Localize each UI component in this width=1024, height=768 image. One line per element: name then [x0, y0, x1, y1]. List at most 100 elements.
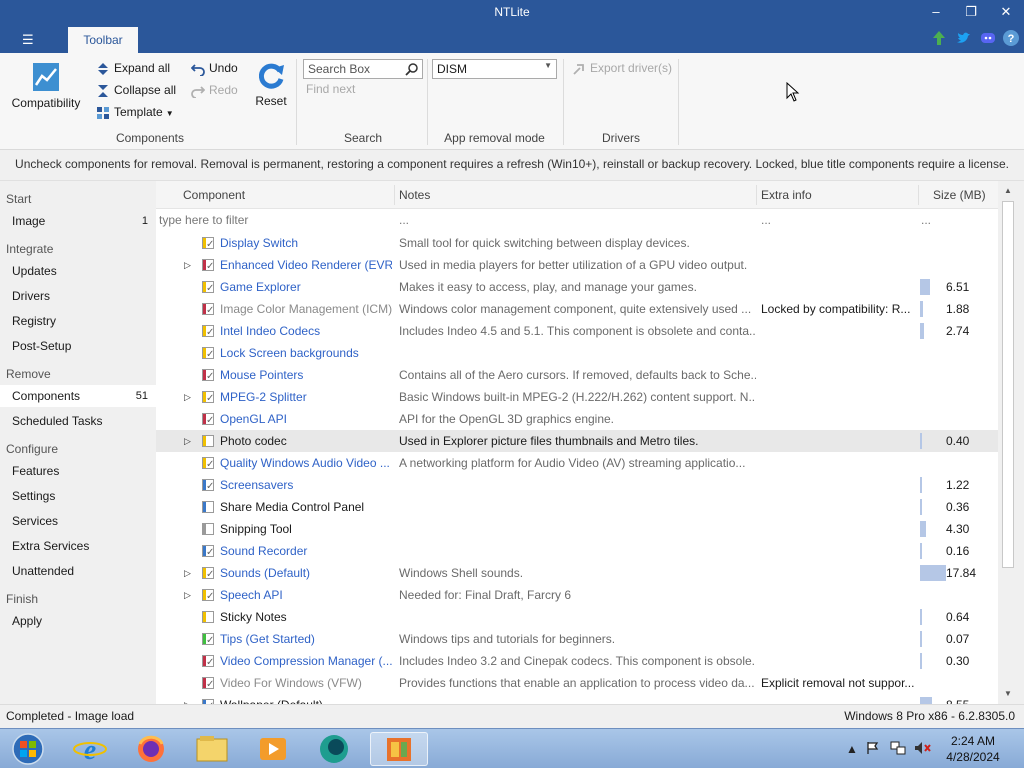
table-row[interactable]: ✓ Video Compression Manager (... Includes … — [156, 650, 998, 672]
column-header-component[interactable]: Component — [183, 188, 245, 202]
component-checkbox[interactable]: ✓ — [202, 479, 214, 492]
component-checkbox[interactable]: ✓ — [202, 391, 214, 404]
component-checkbox[interactable] — [202, 435, 214, 447]
help-icon[interactable]: ? — [1002, 29, 1020, 47]
component-checkbox[interactable]: ✓ — [202, 369, 214, 382]
file-explorer-icon[interactable] — [187, 732, 237, 766]
restore-button[interactable]: ❐ — [959, 3, 983, 21]
scroll-up-arrow[interactable]: ▲ — [1000, 183, 1016, 199]
table-row[interactable]: ▷ ✓ Sounds (Default) Windows Shell sounds. 1… — [156, 562, 998, 584]
sidebar-item-apply[interactable]: Apply — [0, 610, 156, 632]
tab-toolbar[interactable]: Toolbar — [68, 27, 138, 53]
component-checkbox[interactable]: ✓ — [202, 281, 214, 294]
internet-explorer-icon[interactable]: e — [65, 732, 115, 766]
column-header-extra-info[interactable]: Extra info — [761, 188, 812, 202]
component-checkbox[interactable] — [202, 523, 214, 535]
update-arrow-icon[interactable] — [930, 29, 948, 47]
component-checkbox[interactable]: ✓ — [202, 633, 214, 646]
table-row[interactable]: ✓ Sound Recorder 0.16 — [156, 540, 998, 562]
sidebar-item-image[interactable]: Image 1 — [0, 210, 156, 232]
expand-arrow-icon[interactable]: ▷ — [184, 430, 191, 452]
table-row[interactable]: Sticky Notes 0.64 — [156, 606, 998, 628]
menu-icon[interactable]: ☰ — [22, 32, 34, 48]
table-row[interactable]: ▷ ✓ Enhanced Video Renderer (EVR) Used in m… — [156, 254, 998, 276]
table-row[interactable]: ✓ Mouse Pointers Contains all of the Aero … — [156, 364, 998, 386]
component-checkbox[interactable]: ✓ — [202, 413, 214, 426]
collapse-all-button[interactable]: Collapse all — [96, 83, 176, 98]
component-checkbox[interactable] — [202, 501, 214, 513]
discord-icon[interactable] — [979, 29, 997, 47]
component-checkbox[interactable]: ✓ — [202, 259, 214, 272]
expand-all-button[interactable]: Expand all — [96, 61, 170, 76]
close-button[interactable]: ✕ — [994, 3, 1018, 21]
table-row[interactable]: ✓ Quality Windows Audio Video ... A networ… — [156, 452, 998, 474]
sidebar-item-drivers[interactable]: Drivers — [0, 285, 156, 307]
expand-arrow-icon[interactable]: ▷ — [184, 562, 191, 584]
table-row[interactable]: ▷ ✓ Wallpaper (Default) 8.55 — [156, 694, 998, 704]
action-center-flag-icon[interactable] — [866, 741, 880, 755]
network-icon[interactable] — [890, 741, 906, 755]
component-checkbox[interactable]: ✓ — [202, 237, 214, 250]
component-checkbox[interactable]: ✓ — [202, 303, 214, 316]
template-button[interactable]: Template ▼ — [96, 105, 174, 120]
reset-button[interactable]: Reset — [252, 59, 290, 108]
scroll-down-arrow[interactable]: ▼ — [1000, 686, 1016, 702]
media-player-icon[interactable] — [248, 732, 298, 766]
firefox-icon[interactable] — [126, 732, 176, 766]
redo-button[interactable]: Redo — [191, 83, 238, 98]
expand-arrow-icon[interactable]: ▷ — [184, 254, 191, 276]
sidebar-item-registry[interactable]: Registry — [0, 310, 156, 332]
table-row[interactable]: ✓ Display Switch Small tool for quick swit… — [156, 232, 998, 254]
component-checkbox[interactable]: ✓ — [202, 347, 214, 360]
minimize-button[interactable]: – — [924, 3, 948, 21]
table-row[interactable]: ▷ ✓ MPEG-2 Splitter Basic Windows built-in … — [156, 386, 998, 408]
scroll-thumb[interactable] — [1002, 201, 1014, 568]
table-row[interactable]: ▷ Photo codec Used in Explorer picture fil… — [156, 430, 998, 452]
ntlite-taskbar-button[interactable] — [370, 732, 428, 766]
expand-arrow-icon[interactable]: ▷ — [184, 386, 191, 408]
taskbar-clock[interactable]: 2:24 AM 4/28/2024 — [940, 733, 1006, 765]
component-checkbox[interactable] — [202, 611, 214, 623]
find-next-button[interactable]: Find next — [306, 82, 355, 96]
filter-notes[interactable]: ... — [399, 213, 409, 227]
compatibility-button[interactable]: Compatibility — [8, 59, 84, 119]
component-checkbox[interactable]: ✓ — [202, 567, 214, 580]
undo-button[interactable]: Undo — [191, 61, 238, 76]
component-checkbox[interactable]: ✓ — [202, 677, 214, 690]
filter-size[interactable]: ... — [921, 213, 931, 227]
sidebar-item-components[interactable]: Components 51 — [0, 385, 156, 407]
component-checkbox[interactable]: ✓ — [202, 655, 214, 668]
table-row[interactable]: ✓ Video For Windows (VFW) Provides functio… — [156, 672, 998, 694]
table-row[interactable]: ▷ ✓ Speech API Needed for: Final Draft, Far… — [156, 584, 998, 606]
component-checkbox[interactable]: ✓ — [202, 457, 214, 470]
expand-arrow-icon[interactable]: ▷ — [184, 694, 191, 704]
sidebar-item-services[interactable]: Services — [0, 510, 156, 532]
component-checkbox[interactable]: ✓ — [202, 545, 214, 558]
component-checkbox[interactable]: ✓ — [202, 325, 214, 338]
table-row[interactable]: ✓ OpenGL API API for the OpenGL 3D graphic… — [156, 408, 998, 430]
expand-arrow-icon[interactable]: ▷ — [184, 584, 191, 606]
table-row[interactable]: ✓ Tips (Get Started) Windows tips and tuto… — [156, 628, 998, 650]
column-header-notes[interactable]: Notes — [399, 188, 430, 202]
app-globe-icon[interactable] — [309, 732, 359, 766]
filter-input[interactable]: type here to filter — [159, 213, 248, 227]
table-row[interactable]: ✓ Intel Indeo Codecs Includes Indeo 4.5 an… — [156, 320, 998, 342]
filter-row[interactable]: type here to filter ... ... ... — [156, 209, 998, 231]
table-row[interactable]: Snipping Tool 4.30 — [156, 518, 998, 540]
sidebar-item-updates[interactable]: Updates — [0, 260, 156, 282]
sidebar-item-extra-services[interactable]: Extra Services — [0, 535, 156, 557]
twitter-icon[interactable] — [955, 29, 973, 47]
vertical-scrollbar[interactable]: ▲ ▼ — [998, 181, 1018, 704]
filter-extra-info[interactable]: ... — [761, 213, 771, 227]
sidebar-item-settings[interactable]: Settings — [0, 485, 156, 507]
sidebar-item-features[interactable]: Features — [0, 460, 156, 482]
tray-overflow-icon[interactable]: ▲ — [846, 742, 858, 756]
table-row[interactable]: ✓ Image Color Management (ICM) Windows col… — [156, 298, 998, 320]
table-row[interactable]: ✓ Lock Screen backgrounds — [156, 342, 998, 364]
table-row[interactable]: ✓ Screensavers 1.22 — [156, 474, 998, 496]
sidebar-item-unattended[interactable]: Unattended — [0, 560, 156, 582]
sidebar-item-scheduled-tasks[interactable]: Scheduled Tasks — [0, 410, 156, 432]
volume-muted-icon[interactable] — [914, 741, 932, 755]
sidebar-item-post-setup[interactable]: Post-Setup — [0, 335, 156, 357]
export-drivers-button[interactable]: Export driver(s) — [572, 61, 672, 76]
